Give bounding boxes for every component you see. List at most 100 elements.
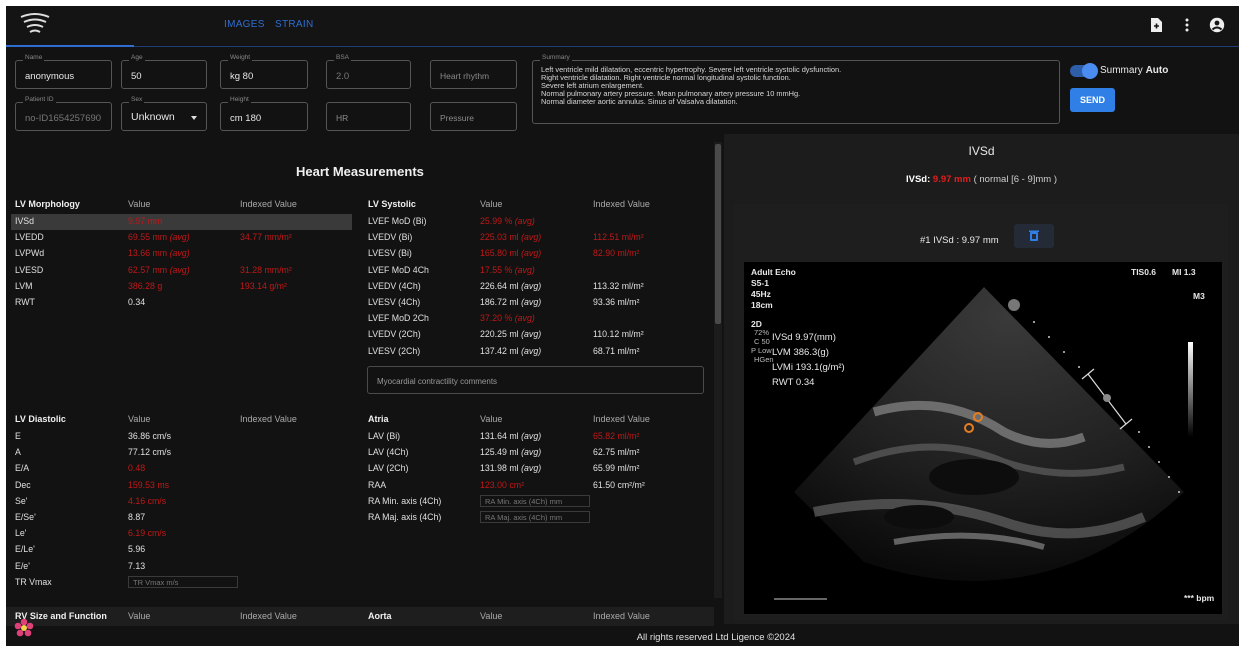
row-value: 125.49 ml (avg) xyxy=(480,447,541,457)
row-name: RAA xyxy=(368,479,387,490)
sex-select[interactable]: Sex Unknown xyxy=(121,96,207,131)
heart-rhythm-placeholder: Heart rhythm xyxy=(440,71,490,81)
row-name: LVEDD xyxy=(15,232,44,243)
flower-icon[interactable] xyxy=(14,618,34,638)
height-label: Height xyxy=(228,96,251,103)
aorta-value-header: Value xyxy=(480,611,503,621)
rv-value-header: Value xyxy=(128,611,151,621)
value-unit: (avg) xyxy=(521,447,542,458)
height-field[interactable]: Height cm 180 xyxy=(220,96,308,131)
summary-textarea[interactable]: Summary Left ventricle mild dilatation, … xyxy=(532,54,1060,124)
wave-logo-icon[interactable] xyxy=(18,13,52,37)
overlay-lvm: LVM 386.3(g) xyxy=(772,347,829,358)
name-field[interactable]: Name anonymous xyxy=(15,54,112,89)
row-value: 225.03 ml (avg) xyxy=(480,232,541,242)
row-name: LAV (4Ch) xyxy=(368,447,409,458)
row-name: E/e' xyxy=(15,560,30,571)
row-value: 25.99 % (avg) xyxy=(480,216,535,226)
value-text: 0.48 xyxy=(128,463,146,474)
row-indexed-value: 93.36 ml/m² xyxy=(593,297,640,307)
file-icon[interactable] xyxy=(1148,17,1164,33)
row-value: 131.64 ml (avg) xyxy=(480,431,541,441)
value-unit: (avg) xyxy=(514,264,535,275)
summary-auto-label: Summary Auto xyxy=(1100,65,1168,76)
tab-strain[interactable]: STRAIN xyxy=(275,19,313,30)
age-field[interactable]: Age 50 xyxy=(121,54,207,89)
rv-indexed-header: Indexed Value xyxy=(240,611,297,621)
overlay-ivsd: IVSd 9.97(mm) xyxy=(772,332,836,343)
value-text: 137.42 ml xyxy=(480,345,519,356)
row-indexed-value: 110.12 ml/m² xyxy=(593,329,644,340)
hr-field[interactable]: HR xyxy=(326,102,411,131)
value-text: 36.86 cm/s xyxy=(128,431,172,441)
weight-field[interactable]: Weight kg 80 xyxy=(220,54,308,89)
value-text: 37.20 % xyxy=(480,313,513,324)
row-value: 77.12 cm/s xyxy=(128,447,171,457)
echo-mode: Adult Echo xyxy=(751,267,796,277)
row-name: RA Min. axis (4Ch) xyxy=(368,495,442,506)
section-header: LV Morphology xyxy=(15,199,80,209)
indexed-column-header: Indexed Value xyxy=(240,199,297,209)
row-value: 6.19 cm/s xyxy=(128,528,166,538)
summary-auto-toggle[interactable] xyxy=(1070,63,1098,79)
echo-harmonic: HGen xyxy=(754,355,774,364)
row-name: LVEF MoD (Bi) xyxy=(368,216,427,226)
row-name: Se' xyxy=(15,495,28,506)
chevron-down-icon xyxy=(191,116,197,120)
value-text: 62.57 mm xyxy=(128,264,168,275)
row-value: 226.64 ml (avg) xyxy=(480,281,541,291)
contractility-comments-field[interactable]: Myocardial contractility comments xyxy=(367,366,704,394)
heart-measurements-title: Heart Measurements xyxy=(296,164,424,179)
row-name: Dec xyxy=(15,479,31,490)
echo-freq: 45Hz xyxy=(751,289,771,299)
value-text: 6.19 cm/s xyxy=(128,528,167,539)
echo-image[interactable]: Adult Echo S5-1 45Hz 18cm TIS0.6 MI 1.3 … xyxy=(744,262,1222,614)
tab-images[interactable]: IMAGES xyxy=(224,19,265,30)
value-text: 159.53 ms xyxy=(128,479,170,490)
row-value: 0.34 xyxy=(128,297,145,307)
more-vert-icon[interactable] xyxy=(1179,17,1195,33)
echo-gain: 72% xyxy=(754,328,770,337)
scrollbar-thumb[interactable] xyxy=(715,144,721,324)
send-button[interactable]: SEND xyxy=(1070,88,1115,112)
value-text: 131.64 ml xyxy=(480,431,519,441)
row-indexed-value: 68.71 ml/m² xyxy=(593,345,640,356)
row-value: 17.55 % (avg) xyxy=(480,265,535,275)
indexed-column-header: Indexed Value xyxy=(593,414,650,424)
value-column-header: Value xyxy=(480,199,503,209)
echo-probe: S5-1 xyxy=(751,278,769,288)
ra-axis-input[interactable]: RA Maj. axis (4Ch) mm xyxy=(480,511,590,523)
pressure-field[interactable]: Pressure xyxy=(430,102,517,131)
value-unit: (avg) xyxy=(514,313,535,324)
summary-line: Normal diameter aortic annulus. Sinus of… xyxy=(541,97,738,106)
echo-bpm: *** bpm xyxy=(1184,593,1215,603)
row-indexed-value: 61.50 cm²/m² xyxy=(593,479,645,490)
age-label: Age xyxy=(129,54,145,61)
patient-id-field[interactable]: Patient ID no-ID1654257690 xyxy=(15,96,112,131)
value-unit: (avg) xyxy=(521,280,542,291)
app-root: IMAGES STRAIN Name anonymous Age 50 Weig… xyxy=(6,6,1239,646)
summary-label: Summary xyxy=(540,54,572,61)
account-icon[interactable] xyxy=(1209,17,1225,33)
viewer-title: IVSd xyxy=(968,144,995,158)
row-name: RA Maj. axis (4Ch) xyxy=(368,512,442,522)
ivsd-normal-range: ( normal [6 - 9]mm ) xyxy=(973,174,1057,185)
bsa-field[interactable]: BSA 2.0 xyxy=(326,54,411,89)
delete-measurement-button[interactable] xyxy=(1014,224,1054,248)
indexed-column-header: Indexed Value xyxy=(240,414,297,424)
value-column-header: Value xyxy=(128,199,151,209)
height-value: cm 180 xyxy=(230,113,262,124)
section-header: LV Systolic xyxy=(368,199,416,209)
row-value: 165.80 ml (avg) xyxy=(480,248,541,258)
value-text: 386.28 g xyxy=(128,280,163,291)
viewer-subtitle: IVSd: 9.97 mm ( normal [6 - 9]mm ) xyxy=(724,174,1239,185)
value-text: 131.98 ml xyxy=(480,463,519,474)
heart-rhythm-field[interactable]: Heart rhythm xyxy=(430,60,517,89)
ra-axis-input[interactable]: RA Min. axis (4Ch) mm xyxy=(480,494,590,507)
row-indexed-value: 193.14 g/m² xyxy=(240,280,287,291)
value-text: 186.72 ml xyxy=(480,297,519,307)
row-value: 131.98 ml (avg) xyxy=(480,463,541,473)
bsa-label: BSA xyxy=(334,54,352,61)
weight-value: kg 80 xyxy=(230,71,254,82)
tr-vmax-input[interactable]: TR Vmax m/s xyxy=(128,575,238,588)
